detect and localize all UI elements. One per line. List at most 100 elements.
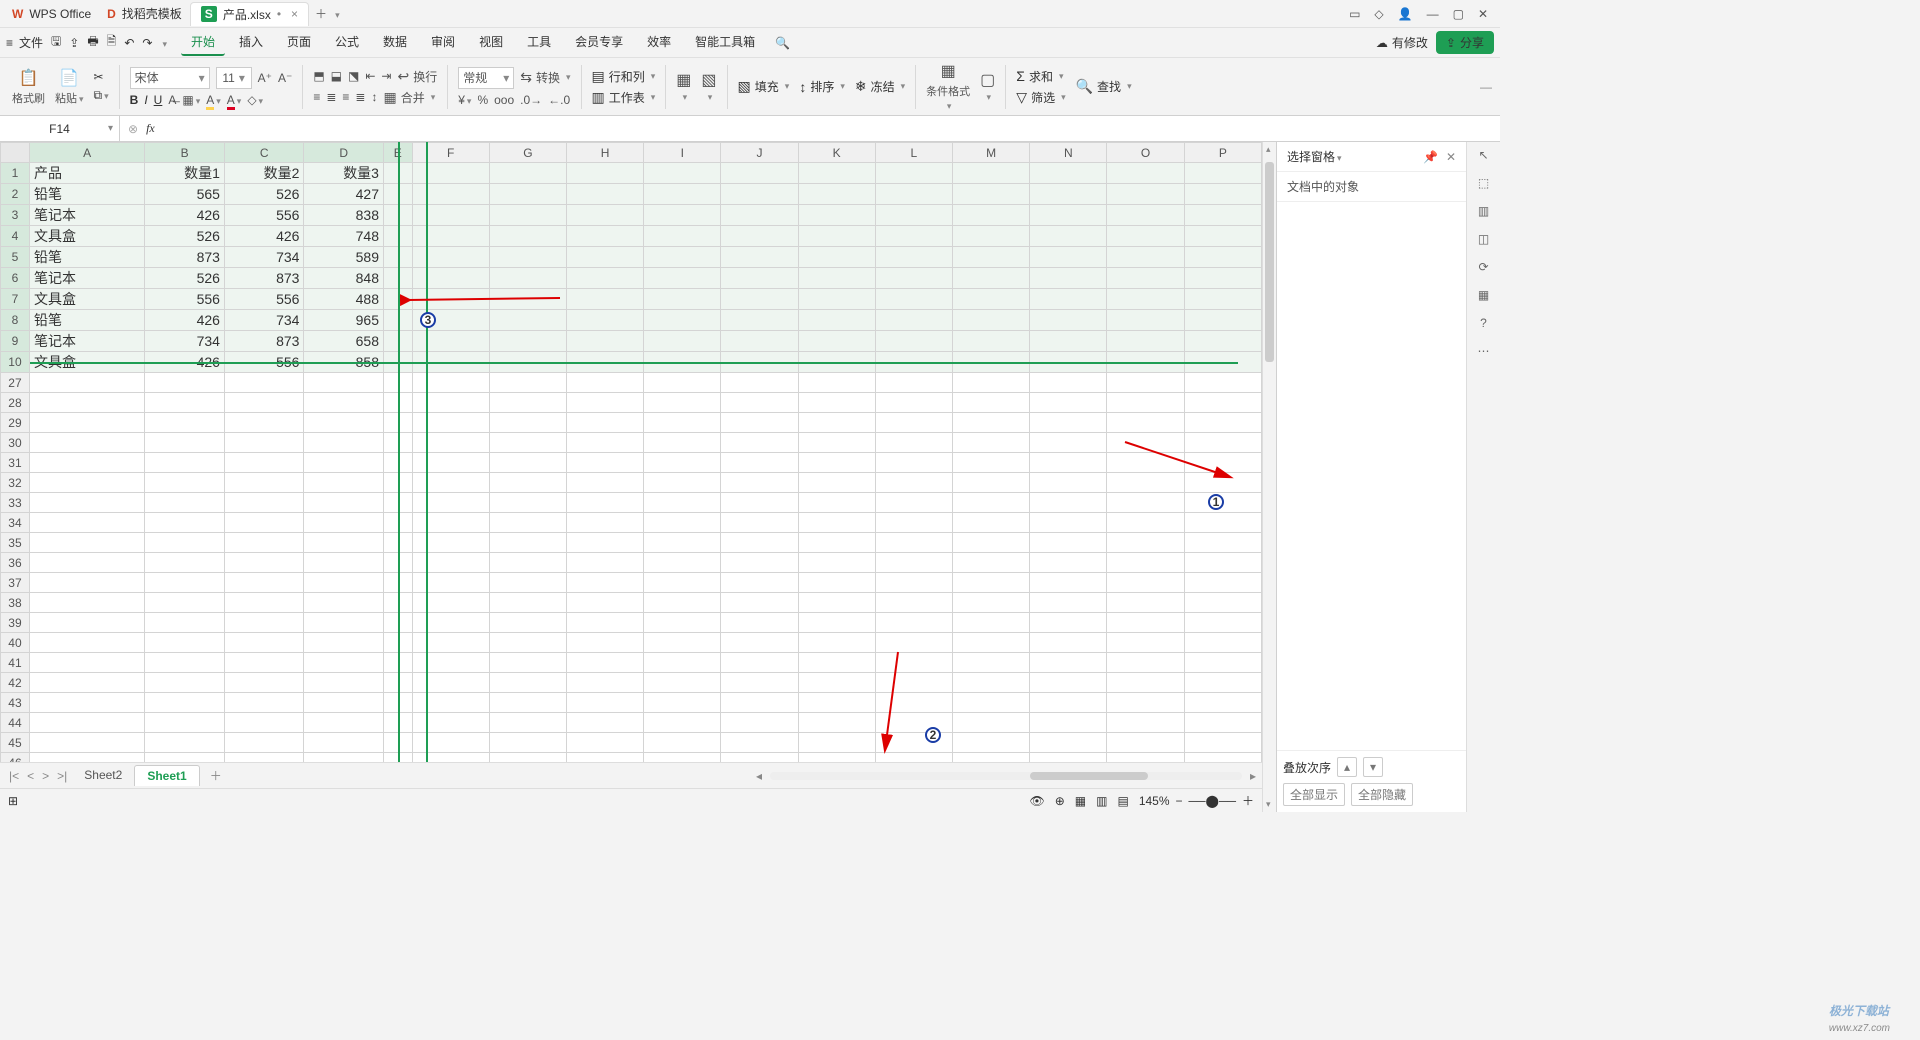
align-middle-icon[interactable]: ⬓	[331, 69, 342, 83]
cell-M9[interactable]	[952, 331, 1029, 352]
cell-G8[interactable]	[489, 310, 566, 331]
cell-K41[interactable]	[798, 653, 875, 673]
clear-format-icon[interactable]: ◇	[247, 93, 263, 107]
col-header-A[interactable]: A	[29, 143, 144, 163]
sheet-nav-prev[interactable]: <	[24, 769, 37, 783]
cell-K7[interactable]	[798, 289, 875, 310]
cell-M42[interactable]	[952, 673, 1029, 693]
sheet-nav-next[interactable]: >	[39, 769, 52, 783]
cell-H2[interactable]	[567, 184, 644, 205]
cell-I4[interactable]	[644, 226, 721, 247]
cell-B3[interactable]: 426	[145, 205, 225, 226]
cell-I43[interactable]	[644, 693, 721, 713]
cell-A44[interactable]	[29, 713, 144, 733]
cell-H43[interactable]	[567, 693, 644, 713]
cell-N46[interactable]	[1030, 753, 1107, 763]
row-header-40[interactable]: 40	[1, 633, 30, 653]
cell-C10[interactable]: 556	[224, 352, 304, 373]
cancel-fx-icon[interactable]: ⊗	[128, 122, 138, 136]
cell-P5[interactable]	[1184, 247, 1261, 268]
cell-B4[interactable]: 526	[145, 226, 225, 247]
cell-I3[interactable]	[644, 205, 721, 226]
hscroll-thumb[interactable]	[1030, 772, 1148, 780]
cell-C31[interactable]	[224, 453, 304, 473]
cell-J31[interactable]	[721, 453, 798, 473]
cell-C4[interactable]: 426	[224, 226, 304, 247]
cell-N3[interactable]	[1030, 205, 1107, 226]
cell-L3[interactable]	[875, 205, 952, 226]
cell-M46[interactable]	[952, 753, 1029, 763]
cell-K8[interactable]	[798, 310, 875, 331]
cell-D46[interactable]	[304, 753, 384, 763]
col-header-H[interactable]: H	[567, 143, 644, 163]
cell-C45[interactable]	[224, 733, 304, 753]
menu-tab-7[interactable]: 工具	[517, 29, 561, 56]
cell-A27[interactable]	[29, 373, 144, 393]
dec-dec-icon[interactable]: ←.0	[548, 93, 570, 107]
cell-M32[interactable]	[952, 473, 1029, 493]
cell-P28[interactable]	[1184, 393, 1261, 413]
cell-B33[interactable]	[145, 493, 225, 513]
cell-A6[interactable]: 笔记本	[29, 268, 144, 289]
cell-L5[interactable]	[875, 247, 952, 268]
cell-K42[interactable]	[798, 673, 875, 693]
cell-I6[interactable]	[644, 268, 721, 289]
cell-N5[interactable]	[1030, 247, 1107, 268]
cell-F6[interactable]	[412, 268, 489, 289]
cell-F38[interactable]	[412, 593, 489, 613]
cell-K27[interactable]	[798, 373, 875, 393]
minimize-icon[interactable]: —	[1427, 7, 1439, 21]
cell-G38[interactable]	[489, 593, 566, 613]
cell-P2[interactable]	[1184, 184, 1261, 205]
cell-I32[interactable]	[644, 473, 721, 493]
cell-G9[interactable]	[489, 331, 566, 352]
sheet-nav-last[interactable]: >|	[54, 769, 70, 783]
select-tool-icon[interactable]: ↖	[1478, 148, 1488, 162]
cell-K34[interactable]	[798, 513, 875, 533]
cell-C46[interactable]	[224, 753, 304, 763]
selection-pane-title[interactable]: 选择窗格	[1287, 148, 1423, 165]
row-header-30[interactable]: 30	[1, 433, 30, 453]
cell-K30[interactable]	[798, 433, 875, 453]
cell-I30[interactable]	[644, 433, 721, 453]
cell-A31[interactable]	[29, 453, 144, 473]
cell-G35[interactable]	[489, 533, 566, 553]
row-header-45[interactable]: 45	[1, 733, 30, 753]
cell-K4[interactable]	[798, 226, 875, 247]
align-justify-icon[interactable]: ≣	[355, 90, 365, 104]
cell-P3[interactable]	[1184, 205, 1261, 226]
cell-L29[interactable]	[875, 413, 952, 433]
fill-color-icon[interactable]: A	[206, 93, 221, 107]
cell-M41[interactable]	[952, 653, 1029, 673]
redo-icon[interactable]: ↷	[142, 36, 152, 50]
cell-F1[interactable]	[412, 163, 489, 184]
cell-J33[interactable]	[721, 493, 798, 513]
cell-E30[interactable]	[383, 433, 412, 453]
view-page-icon[interactable]: ▥	[1096, 794, 1107, 808]
close-window-icon[interactable]: ✕	[1478, 7, 1488, 21]
cell-J40[interactable]	[721, 633, 798, 653]
align-bottom-icon[interactable]: ⬔	[348, 69, 359, 83]
cell-F42[interactable]	[412, 673, 489, 693]
rowcol-button[interactable]: ▤行和列	[592, 68, 656, 85]
cell-K10[interactable]	[798, 352, 875, 373]
cell-P46[interactable]	[1184, 753, 1261, 763]
cell-G42[interactable]	[489, 673, 566, 693]
col-header-O[interactable]: O	[1107, 143, 1184, 163]
cell-C6[interactable]: 873	[224, 268, 304, 289]
cell-B27[interactable]	[145, 373, 225, 393]
cell-J27[interactable]	[721, 373, 798, 393]
cell-A8[interactable]: 铅笔	[29, 310, 144, 331]
cell-A33[interactable]	[29, 493, 144, 513]
cell-E42[interactable]	[383, 673, 412, 693]
cell-M36[interactable]	[952, 553, 1029, 573]
cell-P10[interactable]	[1184, 352, 1261, 373]
cell-G31[interactable]	[489, 453, 566, 473]
cell-O42[interactable]	[1107, 673, 1184, 693]
cell-F32[interactable]	[412, 473, 489, 493]
cell-O45[interactable]	[1107, 733, 1184, 753]
cell-B45[interactable]	[145, 733, 225, 753]
cell-J9[interactable]	[721, 331, 798, 352]
more-tool-icon[interactable]: ⋯	[1478, 344, 1490, 358]
cell-N2[interactable]	[1030, 184, 1107, 205]
